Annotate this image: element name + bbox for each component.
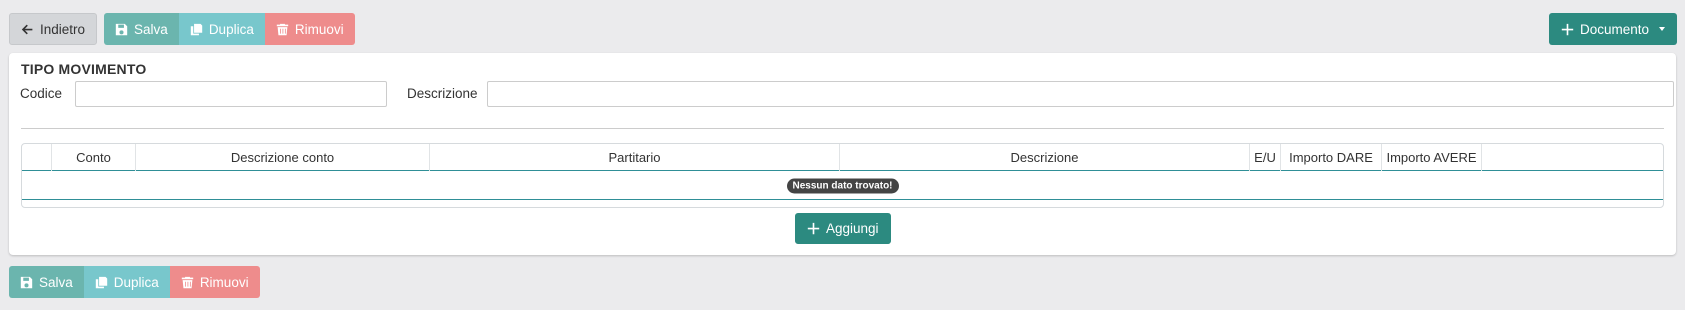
column-header-descrizione[interactable]: Descrizione [840,144,1250,171]
top-toolbar: Indietro Salva Duplica Rimuovi [9,13,355,45]
column-header-eu[interactable]: E/U [1250,144,1281,171]
bottom-duplicate-button[interactable]: Duplica [83,266,170,298]
page-title: TIPO MOVIMENTO [21,61,147,77]
save-button[interactable]: Salva [104,13,179,45]
bottom-toolbar: Salva Duplica Rimuovi [9,266,260,298]
bottom-save-button[interactable]: Salva [9,266,84,298]
plus-icon [807,222,820,235]
remove-button[interactable]: Rimuovi [264,13,355,45]
plus-icon [1561,23,1574,35]
descrizione-input[interactable] [487,81,1674,107]
column-header-actions [1482,144,1663,171]
copy-icon [95,276,107,288]
column-header-importo-dare[interactable]: Importo DARE [1281,144,1382,171]
caret-down-icon [1659,27,1665,31]
column-header-partitario[interactable]: Partitario [430,144,840,171]
column-header-descrizione-conto[interactable]: Descrizione conto [136,144,430,171]
bottom-remove-button-label: Rimuovi [199,274,249,290]
divider [21,128,1664,129]
column-header-importo-avere[interactable]: Importo AVERE [1382,144,1482,171]
add-row-button[interactable]: Aggiungi [795,213,891,244]
trash-icon [276,23,289,35]
document-dropdown-button[interactable]: Documento [1548,13,1677,45]
descrizione-label: Descrizione [407,86,478,101]
empty-message-badge: Nessun dato trovato! [786,178,899,193]
codice-label: Codice [20,86,63,101]
copy-icon [190,23,202,35]
document-button-label: Documento [1579,21,1649,37]
column-header-select [22,144,52,171]
back-button-label: Indietro [40,21,86,37]
floppy-disk-icon [20,276,33,288]
action-button-group: Salva Duplica Rimuovi [104,13,355,45]
arrow-left-icon [21,24,33,34]
duplicate-button-label: Duplica [208,21,254,37]
main-card: TIPO MOVIMENTO Codice Descrizione Conto … [9,53,1676,255]
back-button[interactable]: Indietro [9,13,98,45]
add-row-button-label: Aggiungi [826,221,879,236]
table-header: Conto Descrizione conto Partitario Descr… [22,144,1663,171]
bottom-action-button-group: Salva Duplica Rimuovi [9,266,260,298]
duplicate-button[interactable]: Duplica [178,13,265,45]
bottom-duplicate-button-label: Duplica [113,274,159,290]
codice-input[interactable] [75,81,387,107]
remove-button-label: Rimuovi [294,21,344,37]
column-header-conto[interactable]: Conto [52,144,136,171]
bottom-save-button-label: Salva [39,274,73,290]
bottom-remove-button[interactable]: Rimuovi [169,266,260,298]
trash-icon [181,276,193,288]
table-empty-row: Nessun dato trovato! [22,172,1663,200]
movements-table: Conto Descrizione conto Partitario Descr… [21,143,1664,208]
floppy-disk-icon [115,23,128,35]
save-button-label: Salva [134,21,168,37]
